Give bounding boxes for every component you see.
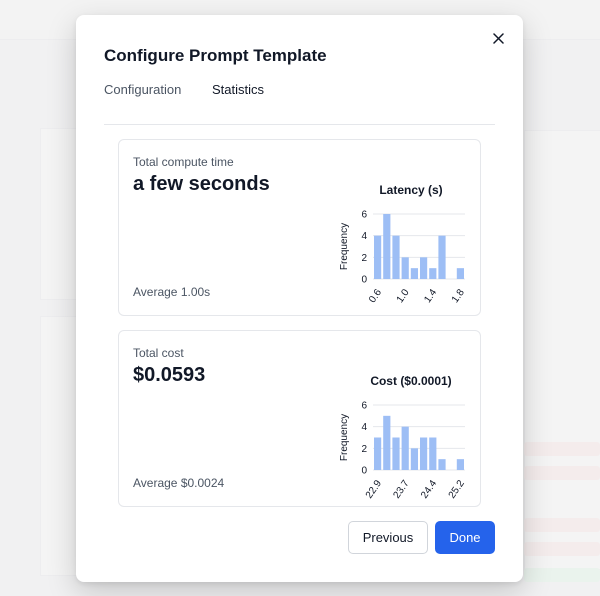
histogram-bar [374,235,382,279]
total-cost-average: Average $0.0024 [133,476,225,490]
compute-time-label: Total compute time [133,155,234,169]
histogram-bar [456,268,464,279]
chart-title: Latency (s) [379,183,442,197]
compute-time-card: Total compute time a few seconds Average… [118,139,481,316]
histogram-bar [429,268,437,279]
y-tick-label: 4 [361,231,367,242]
y-tick-label: 4 [361,422,367,433]
y-tick-label: 2 [361,444,367,455]
histogram-bar [420,257,428,279]
x-tick-label: 1.4 [422,287,439,305]
histogram-bar [392,437,400,470]
histogram-bar [410,268,418,279]
latency-histogram: Latency (s) Frequency 0 2 4 6 0.6 1.0 1.4 1.8 [339,183,467,305]
histogram-bar [401,426,409,470]
y-tick-label: 0 [361,275,367,286]
x-tick-label: 1.8 [450,287,467,305]
histogram-bar [438,235,446,279]
histogram-bar [410,448,418,470]
y-tick-label: 0 [361,466,367,477]
y-tick-label: 6 [361,401,367,412]
histogram-bar [374,437,382,470]
y-tick-label: 2 [361,253,367,264]
histogram-bar [438,459,446,470]
x-tick-label: 24.4 [419,478,439,499]
compute-time-average: Average 1.00s [133,285,211,299]
chart-title: Cost ($0.0001) [370,374,451,388]
y-axis-label: Frequency [339,414,350,461]
modal-tabs: Configuration Statistics [104,82,495,125]
histogram-bar [401,257,409,279]
modal-title: Configure Prompt Template [104,46,327,65]
tab-statistics[interactable]: Statistics [212,82,264,98]
total-cost-card: Total cost $0.0593 Average $0.0024 Cost … [118,330,481,507]
histogram-bar [456,459,464,470]
total-cost-value: $0.0593 [133,364,206,386]
previous-button[interactable]: Previous [348,521,428,554]
y-tick-label: 6 [361,210,367,221]
x-tick-label: 1.0 [395,287,412,305]
x-tick-label: 25.2 [447,478,467,499]
x-tick-label: 22.9 [364,478,384,499]
histogram-bar [420,437,428,470]
histogram-bar [383,214,391,279]
y-axis-label: Frequency [339,223,350,270]
histogram-bar [429,437,437,470]
x-tick-label: 0.6 [367,287,384,305]
close-icon [492,32,504,44]
histogram-bar [392,235,400,279]
tab-configuration[interactable]: Configuration [104,82,181,98]
compute-time-value: a few seconds [133,173,270,195]
cost-histogram: Cost ($0.0001) Frequency 0 2 4 6 22.9 23.7 24.4 2… [339,374,467,499]
configure-prompt-modal: Configure Prompt Template Configuration … [76,15,523,582]
close-button[interactable] [487,27,509,49]
x-tick-label: 23.7 [391,478,411,499]
total-cost-label: Total cost [133,346,184,360]
histogram-bar [383,415,391,470]
done-button[interactable]: Done [435,521,495,554]
